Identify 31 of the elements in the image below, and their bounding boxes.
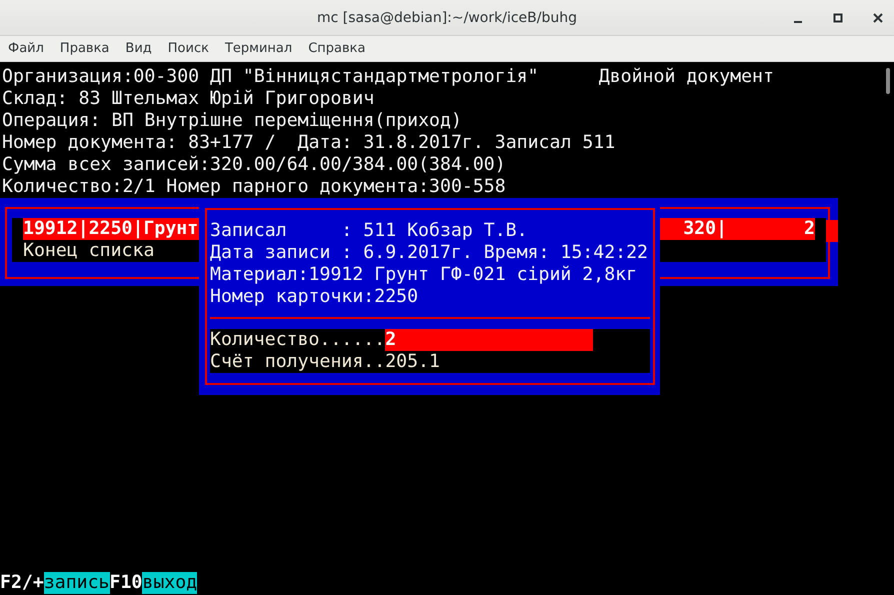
dialog-line: Номер карточки:2250 [210, 286, 420, 308]
menu-item[interactable]: Поиск [168, 41, 216, 56]
info-line: Сумма всех записей:320.00/64.00/384.00(384.00) [2, 154, 506, 176]
menu-item[interactable]: Правка [60, 41, 116, 56]
info-line: Номер документа: 83+177 / Дата: 31.8.2017г. Записал 511 [2, 132, 616, 154]
row-amount: 320| [683, 218, 728, 240]
menu-item[interactable]: Терминал [224, 41, 300, 56]
dialog-line: Дата записи : 6.9.2017г. Время: 15:42:22 [210, 242, 649, 264]
info-line: Количество:2/1 Номер парного документа:300-558 [2, 176, 506, 198]
row-quantity: 2 [804, 218, 815, 240]
row-text: 19912|2250|Грунт [23, 218, 198, 240]
scrollbar-thumb[interactable] [886, 68, 890, 94]
window-title: mc [sasa@debian]:~/work/iceB/buhg [317, 10, 577, 26]
info-line: Организация:00-300 ДП "Вінницястандартметрологія" [2, 66, 539, 88]
menu-item[interactable]: Справка [308, 41, 372, 56]
dialog-line: Материал:19912 Грунт ГФ-021 сірий 2,8кг [210, 264, 638, 286]
key-label: F10 [110, 572, 142, 594]
field-label: Счёт получения.. [210, 351, 386, 373]
input-field[interactable]: 2 [385, 329, 594, 351]
menu-item[interactable]: Вид [125, 41, 159, 56]
input-field[interactable]: 205.1 [385, 351, 440, 373]
document-type: Двойной документ [598, 66, 774, 88]
info-line: Склад: 83 Штельмах Юрій Григорович [2, 88, 374, 110]
menu-item[interactable]: Файл [8, 41, 51, 56]
key-label: F2/+ [0, 572, 44, 594]
field-label: Количество...... [210, 329, 386, 351]
dialog-line: Записал : 511 Кобзар Т.В. [210, 220, 529, 242]
key-action[interactable]: выход [142, 572, 198, 594]
info-line: Операция: ВП Внутрішне переміщення(приход) [2, 110, 462, 132]
list-marker [826, 220, 838, 242]
key-action[interactable]: запись [44, 572, 110, 594]
